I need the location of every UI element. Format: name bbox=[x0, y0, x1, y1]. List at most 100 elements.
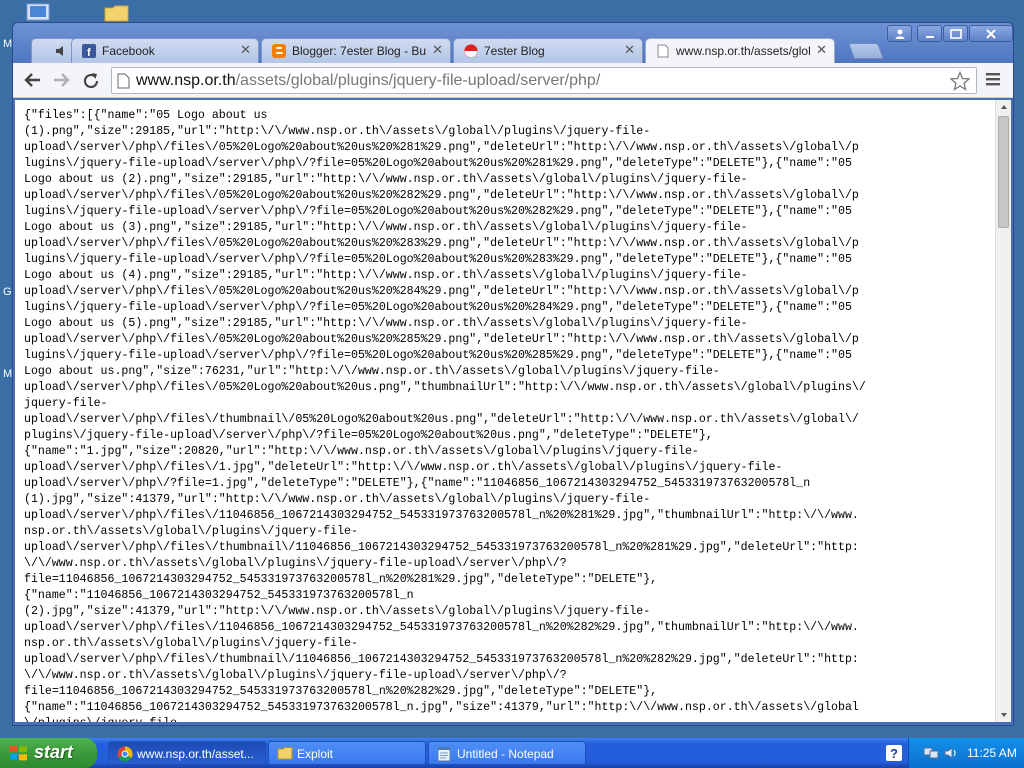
json-line: upload\/server\/php\/?file=1.jpg","delet… bbox=[24, 477, 811, 490]
json-line: file=11046856_1067214303294752_545331973… bbox=[24, 573, 658, 586]
tab-label: 7ester Blog bbox=[484, 44, 545, 58]
network-icon[interactable] bbox=[923, 745, 939, 761]
hamburger-icon bbox=[986, 73, 1000, 86]
arrow-left-icon bbox=[24, 73, 40, 87]
address-url[interactable]: www.nsp.or.th/assets/global/plugins/jque… bbox=[136, 72, 600, 90]
json-line: {"name":"1.jpg","size":20820,"url":"http… bbox=[24, 445, 699, 458]
new-tab-button[interactable] bbox=[848, 43, 884, 59]
tab-audio[interactable] bbox=[31, 38, 75, 63]
scroll-down-icon[interactable] bbox=[996, 708, 1012, 722]
json-line: {"files":[{"name":"05 Logo about us bbox=[24, 109, 268, 122]
windows-logo-icon bbox=[10, 745, 27, 761]
back-button[interactable] bbox=[21, 69, 45, 91]
json-line: upload\/server\/php\/files\/05%20Logo%20… bbox=[24, 237, 859, 250]
reload-button[interactable] bbox=[79, 69, 103, 91]
reload-icon bbox=[83, 73, 99, 89]
json-line: upload\/server\/php\/files\/05%20Logo%20… bbox=[24, 189, 859, 202]
json-line: nsp.or.th\/assets\/global\/plugins\/jque… bbox=[24, 525, 358, 538]
desktop-icon-folder[interactable] bbox=[104, 4, 130, 22]
notepad-icon bbox=[437, 747, 451, 762]
json-line: lugins\/jquery-file-upload\/server\/php\… bbox=[24, 349, 852, 362]
minimize-icon bbox=[925, 35, 934, 38]
close-icon[interactable]: ✕ bbox=[816, 42, 827, 58]
arrow-right-icon bbox=[54, 73, 70, 87]
user-icon bbox=[895, 29, 904, 39]
json-line: (1).jpg","size":41379,"url":"http:\/\/ww… bbox=[24, 493, 651, 506]
computer-icon bbox=[26, 3, 50, 21]
folder-icon bbox=[277, 747, 293, 760]
json-line: Logo about us (4).png","size":29185,"url… bbox=[24, 269, 748, 282]
json-response-text: {"files":[{"name":"05 Logo about us (1).p… bbox=[15, 100, 995, 722]
json-line: \/\/www.nsp.or.th\/assets\/global\/plugi… bbox=[24, 557, 567, 570]
json-line: plugins\/jquery-file-upload\/server\/php… bbox=[24, 429, 713, 442]
desktop-edge-text: M bbox=[3, 38, 13, 50]
page-icon bbox=[657, 44, 669, 58]
help-icon[interactable]: ? bbox=[886, 745, 902, 761]
json-line: (2).jpg","size":41379,"url":"http:\/\/ww… bbox=[24, 605, 651, 618]
minimize-button[interactable] bbox=[917, 25, 942, 42]
tab-label: Facebook bbox=[102, 44, 155, 58]
json-line: {"name":"11046856_1067214303294752_54533… bbox=[24, 589, 414, 602]
json-line: upload\/server\/php\/files\/05%20Logo%20… bbox=[24, 333, 859, 346]
url-path: /assets/global/plugins/jquery-file-uploa… bbox=[235, 72, 601, 89]
chrome-menu-button[interactable] bbox=[985, 71, 1005, 91]
system-tray: 11:25 AM bbox=[908, 738, 1024, 768]
url-host: www.nsp.or.th bbox=[136, 72, 236, 89]
desktop-edge-text: G bbox=[3, 286, 12, 298]
taskbar-item-chrome[interactable]: www.nsp.or.th/asset... bbox=[108, 741, 266, 765]
tab-active-nsp[interactable]: www.nsp.or.th/assets/globa ✕ bbox=[645, 38, 835, 64]
json-line: upload\/server\/php\/files\/1.jpg","dele… bbox=[24, 461, 783, 474]
close-window-button[interactable] bbox=[969, 25, 1013, 42]
taskbar-item-exploit[interactable]: Exploit bbox=[268, 741, 426, 765]
start-button[interactable]: start bbox=[0, 738, 97, 768]
close-icon[interactable]: ✕ bbox=[624, 42, 635, 58]
blogger-icon bbox=[272, 44, 286, 58]
json-line: Logo about us (2).png","size":29185,"url… bbox=[24, 173, 748, 186]
tab-label: Blogger: 7ester Blog - Buat e bbox=[292, 44, 426, 58]
json-line: upload\/server\/php\/files\/05%20Logo%20… bbox=[24, 285, 859, 298]
maximize-icon bbox=[949, 28, 962, 39]
json-line: upload\/server\/php\/files\/05%20Logo%20… bbox=[24, 141, 859, 154]
scroll-up-icon[interactable] bbox=[996, 100, 1012, 114]
task-label: www.nsp.or.th/asset... bbox=[137, 747, 254, 761]
close-icon[interactable]: ✕ bbox=[432, 42, 443, 58]
tab-7ester-blog[interactable]: 7ester Blog ✕ bbox=[453, 38, 643, 63]
taskbar-item-notepad[interactable]: Untitled - Notepad bbox=[428, 741, 586, 765]
json-line: \/plugins\/jquery-file- bbox=[24, 716, 995, 722]
facebook-icon: f bbox=[82, 44, 96, 58]
address-bar[interactable]: www.nsp.or.th/assets/global/plugins/jque… bbox=[111, 67, 977, 94]
chrome-icon bbox=[117, 746, 133, 762]
star-icon[interactable] bbox=[950, 71, 970, 91]
json-line: Logo about us.png","size":76231,"url":"h… bbox=[24, 365, 720, 378]
browser-window: f Facebook ✕ Blogger: 7ester Blog - Buat… bbox=[12, 22, 1014, 726]
desktop-edge-text: M bbox=[3, 368, 13, 380]
tab-blogger[interactable]: Blogger: 7ester Blog - Buat e ✕ bbox=[261, 38, 451, 63]
close-icon[interactable]: ✕ bbox=[240, 42, 251, 58]
json-line: \/\/www.nsp.or.th\/assets\/global\/plugi… bbox=[24, 669, 567, 682]
maximize-button[interactable] bbox=[943, 25, 968, 42]
scrollbar-thumb[interactable] bbox=[998, 116, 1009, 228]
svg-text:?: ? bbox=[890, 746, 898, 761]
browser-toolbar: www.nsp.or.th/assets/global/plugins/jque… bbox=[13, 63, 1013, 98]
volume-icon[interactable] bbox=[943, 745, 959, 761]
page-icon bbox=[117, 73, 130, 89]
forward-button[interactable] bbox=[49, 69, 73, 91]
json-line: (1).png","size":29185,"url":"http:\/\/ww… bbox=[24, 125, 651, 138]
desktop-icon-mycomputer[interactable] bbox=[24, 2, 54, 22]
tab-facebook[interactable]: f Facebook ✕ bbox=[71, 38, 259, 63]
start-label: start bbox=[34, 742, 74, 762]
tab-label: www.nsp.or.th/assets/globa bbox=[676, 44, 810, 58]
json-line: jquery-file- bbox=[24, 397, 108, 410]
close-icon bbox=[986, 28, 996, 39]
json-line: upload\/server\/php\/files\/05%20Logo%20… bbox=[24, 381, 866, 394]
speaker-icon bbox=[56, 46, 63, 56]
tab-strip: f Facebook ✕ Blogger: 7ester Blog - Buat… bbox=[13, 23, 1013, 64]
json-line: upload\/server\/php\/files\/thumbnail\/1… bbox=[24, 653, 859, 666]
json-line: upload\/server\/php\/files\/11046856_106… bbox=[24, 509, 859, 522]
task-label: Untitled - Notepad bbox=[457, 747, 554, 761]
page-content: {"files":[{"name":"05 Logo about us (1).p… bbox=[15, 100, 995, 722]
profile-button[interactable] bbox=[887, 25, 912, 42]
vertical-scrollbar[interactable] bbox=[995, 100, 1011, 722]
clock: 11:25 AM bbox=[967, 746, 1017, 760]
json-line: Logo about us (3).png","size":29185,"url… bbox=[24, 221, 748, 234]
